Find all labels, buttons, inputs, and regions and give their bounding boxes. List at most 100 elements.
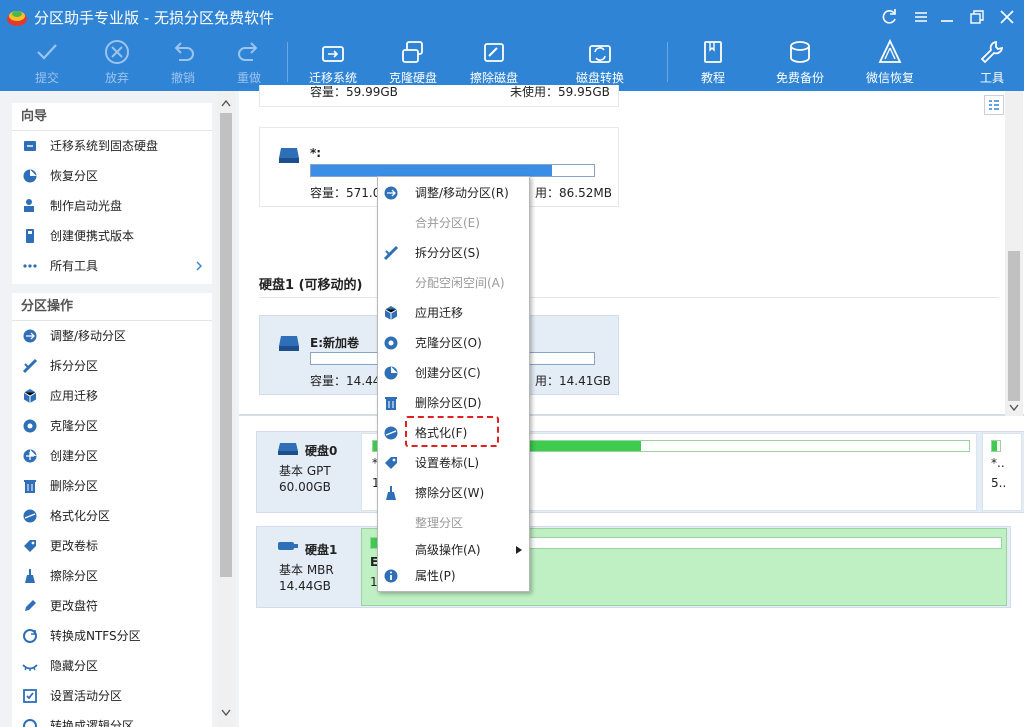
menu-icon[interactable] xyxy=(910,7,932,27)
disk-segment-2[interactable]: *.. 5.. xyxy=(982,433,1022,511)
sidebar-item-label: 转换成NTFS分区 xyxy=(50,629,141,643)
disk-name: 硬盘1 xyxy=(305,543,338,557)
sidebar-item-label: 隐藏分区 xyxy=(50,659,99,673)
segment-capacity: 5.. xyxy=(991,476,1007,490)
disk-icon xyxy=(278,443,298,455)
sidebar-item-all-tools[interactable]: 所有工具 xyxy=(12,251,212,281)
redo-button[interactable]: 重做 xyxy=(226,34,272,91)
book-icon xyxy=(704,41,722,63)
sidebar-item-label: 格式化分区 xyxy=(50,509,111,523)
discard-button[interactable]: 放弃 xyxy=(94,34,140,91)
disk-row-0[interactable]: 硬盘0 基本 GPT 60.00GB * 10 *.. 5.. xyxy=(256,431,1024,513)
usage-fill xyxy=(311,165,552,176)
sidebar-item-ntfs[interactable]: 转换成NTFS分区 xyxy=(12,621,212,651)
sidebar-item-recover[interactable]: 恢复分区 xyxy=(12,161,212,191)
label-icon xyxy=(385,457,397,469)
refresh-icon[interactable] xyxy=(878,7,900,27)
wrench-icon xyxy=(980,40,1004,64)
sidebar-item-hide[interactable]: 隐藏分区 xyxy=(12,651,212,681)
partition-view-scrollbar[interactable] xyxy=(1005,91,1023,416)
close-icon[interactable] xyxy=(996,7,1018,27)
sidebar-item-letter[interactable]: 更改盘符 xyxy=(12,591,212,621)
backup-icon xyxy=(790,41,810,63)
sidebar-item-split[interactable]: 拆分分区 xyxy=(12,351,212,381)
clone-icon xyxy=(23,419,37,433)
scroll-up-icon[interactable] xyxy=(221,99,231,107)
menu-item-split[interactable]: 拆分分区(S) xyxy=(378,238,529,268)
sidebar-item-label: 创建分区 xyxy=(50,449,99,463)
sidebar-item-wipe[interactable]: 擦除分区 xyxy=(12,561,212,591)
split-icon xyxy=(22,358,38,374)
undo-label: 撤销 xyxy=(170,71,195,85)
free-backup-button[interactable]: 免费备份 xyxy=(770,34,830,91)
submenu-arrow-icon xyxy=(516,546,522,554)
sidebar-item-clone[interactable]: 克隆分区 xyxy=(12,411,212,441)
menu-item-defrag[interactable]: 整理分区 xyxy=(378,508,529,538)
sidebar-item-bootdisk[interactable]: 制作启动光盘 xyxy=(12,191,212,221)
undo-button[interactable]: 撤销 xyxy=(160,34,206,91)
main-area: 容量：59.99GB 未使用：59.95GB *: 容量：571.00 用：86… xyxy=(239,85,1024,727)
menu-item-label: 设置卷标(L) xyxy=(415,456,480,470)
ntfs-icon xyxy=(23,629,37,643)
view-toggle-button[interactable] xyxy=(984,95,1004,115)
tools-label: 工具 xyxy=(979,71,1004,85)
menu-item-create[interactable]: 创建分区(C) xyxy=(378,358,529,388)
menu-item-allocate[interactable]: 分配空闲空间(A) xyxy=(378,268,529,298)
menu-item-properties[interactable]: 属性(P) xyxy=(378,561,529,591)
usage-fill xyxy=(992,441,997,451)
disk-size: 60.00GB xyxy=(279,480,331,494)
menu-item-label: 分配空闲空间(A) xyxy=(415,276,505,290)
drive-icon xyxy=(279,336,299,351)
app-logo-icon xyxy=(7,11,27,26)
menu-item-set-label[interactable]: 设置卷标(L) xyxy=(378,448,529,478)
sidebar-item-label: 转换成逻辑分区 xyxy=(50,719,135,727)
top-unused: 未使用：59.95GB xyxy=(510,85,610,99)
sidebar-scrollbar[interactable] xyxy=(217,91,235,727)
partition-scroll-thumb[interactable] xyxy=(1008,251,1020,401)
sidebar-item-resize[interactable]: 调整/移动分区 xyxy=(12,321,212,351)
sidebar-item-label-change[interactable]: 更改卷标 xyxy=(12,531,212,561)
free-backup-label: 免费备份 xyxy=(775,71,824,85)
minimize-icon[interactable] xyxy=(936,7,958,27)
disk-row-1[interactable]: 硬盘1 基本 MBR 14.44GB E 14 xyxy=(256,526,1011,608)
sidebar-item-logical[interactable]: 转换成逻辑分区 xyxy=(12,711,212,727)
resize-icon xyxy=(384,186,398,200)
wipe-icon xyxy=(386,486,396,500)
sidebar-item-migrate[interactable]: 迁移系统到固态硬盘 xyxy=(12,131,212,161)
menu-item-clone[interactable]: 克隆分区(O) xyxy=(378,328,529,358)
sidebar-item-delete[interactable]: 删除分区 xyxy=(12,471,212,501)
toolbar-divider-2 xyxy=(667,42,668,82)
sidebar-item-active[interactable]: 设置活动分区 xyxy=(12,681,212,711)
migrate-os-icon xyxy=(322,46,344,62)
tools-button[interactable]: 工具 xyxy=(970,34,1014,91)
menu-item-delete[interactable]: 删除分区(D) xyxy=(378,388,529,418)
scroll-down-icon[interactable] xyxy=(221,709,231,717)
menu-item-merge[interactable]: 合并分区(E) xyxy=(378,208,529,238)
wipe-disk-icon xyxy=(484,43,504,62)
menu-item-wipe[interactable]: 擦除分区(W) xyxy=(378,478,529,508)
list-view-icon xyxy=(989,100,999,110)
format-icon xyxy=(384,426,398,440)
app-move-icon xyxy=(384,306,398,320)
menu-item-app-move[interactable]: 应用迁移 xyxy=(378,298,529,328)
wechat-recovery-button[interactable]: 微信恢复 xyxy=(862,34,918,91)
recover-icon xyxy=(23,169,37,183)
sidebar-item-format[interactable]: 格式化分区 xyxy=(12,501,212,531)
sidebar-item-label: 迁移系统到固态硬盘 xyxy=(50,139,159,153)
menu-item-resize[interactable]: 调整/移动分区(R) xyxy=(378,178,529,208)
scroll-down-icon[interactable] xyxy=(1009,404,1019,412)
tutorial-button[interactable]: 教程 xyxy=(690,34,736,91)
cancel-icon xyxy=(105,40,129,64)
sidebar-item-portable[interactable]: 创建便携式版本 xyxy=(12,221,212,251)
menu-item-label: 创建分区(C) xyxy=(415,366,481,380)
restore-icon[interactable] xyxy=(966,7,988,27)
clone-disk-icon xyxy=(402,41,423,63)
sidebar-item-app-move[interactable]: 应用迁移 xyxy=(12,381,212,411)
sidebar-item-label: 创建便携式版本 xyxy=(50,229,135,243)
sidebar-item-label: 克隆分区 xyxy=(50,419,99,433)
sidebar-item-create[interactable]: 创建分区 xyxy=(12,441,212,471)
sidebar-scroll-thumb[interactable] xyxy=(220,113,232,577)
commit-button[interactable]: 提交 xyxy=(24,34,70,91)
partition-card-top[interactable]: 容量：59.99GB 未使用：59.95GB xyxy=(259,85,619,107)
usage-bar xyxy=(991,440,1001,452)
